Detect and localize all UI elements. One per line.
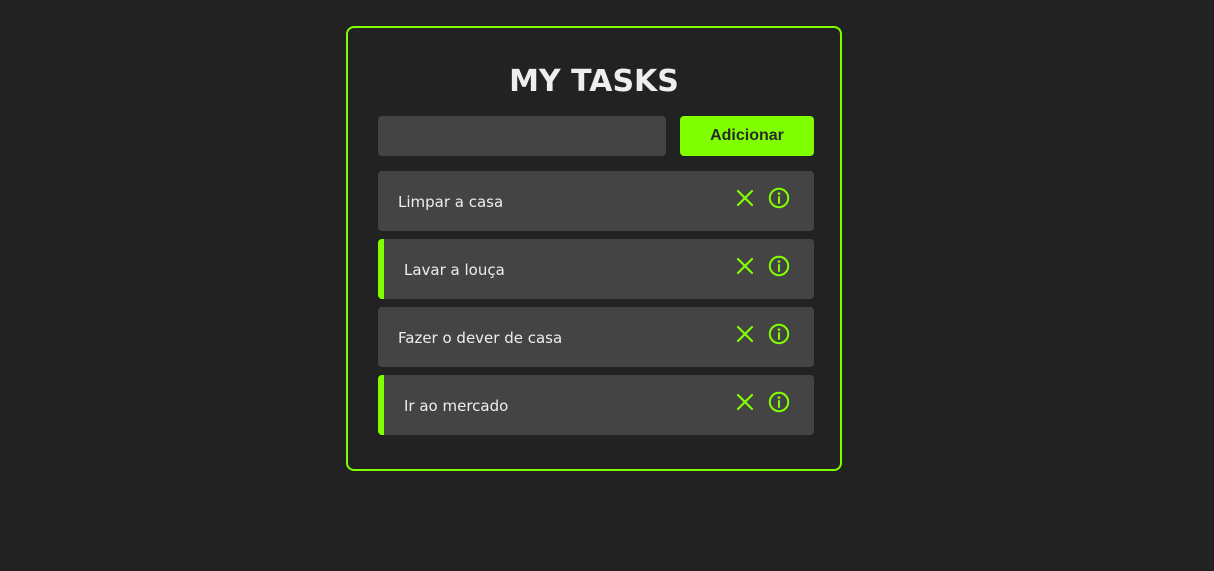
task-actions (734, 187, 790, 209)
task-actions (734, 391, 790, 413)
task-input[interactable] (378, 116, 666, 156)
task-actions (734, 323, 790, 345)
close-icon[interactable] (734, 187, 756, 209)
task-label: Lavar a louça (404, 261, 505, 279)
close-icon[interactable] (734, 255, 756, 277)
task-list: Limpar a casa Lavar a louça Fazer o deve… (378, 171, 814, 443)
info-icon[interactable] (768, 391, 790, 413)
close-icon[interactable] (734, 323, 756, 345)
task-item[interactable]: Fazer o dever de casa (378, 307, 814, 367)
info-icon[interactable] (768, 323, 790, 345)
task-item[interactable]: Ir ao mercado (378, 375, 814, 435)
task-label: Limpar a casa (398, 193, 504, 211)
task-item[interactable]: Limpar a casa (378, 171, 814, 231)
task-item[interactable]: Lavar a louça (378, 239, 814, 299)
close-icon[interactable] (734, 391, 756, 413)
info-icon[interactable] (768, 187, 790, 209)
info-icon[interactable] (768, 255, 790, 277)
task-actions (734, 255, 790, 277)
task-label: Ir ao mercado (404, 397, 509, 415)
task-label: Fazer o dever de casa (398, 329, 563, 347)
add-task-button[interactable]: Adicionar (680, 116, 814, 156)
tasks-container: MY TASKS Adicionar Limpar a casa Lavar a… (346, 26, 842, 471)
page-title: MY TASKS (509, 64, 679, 99)
